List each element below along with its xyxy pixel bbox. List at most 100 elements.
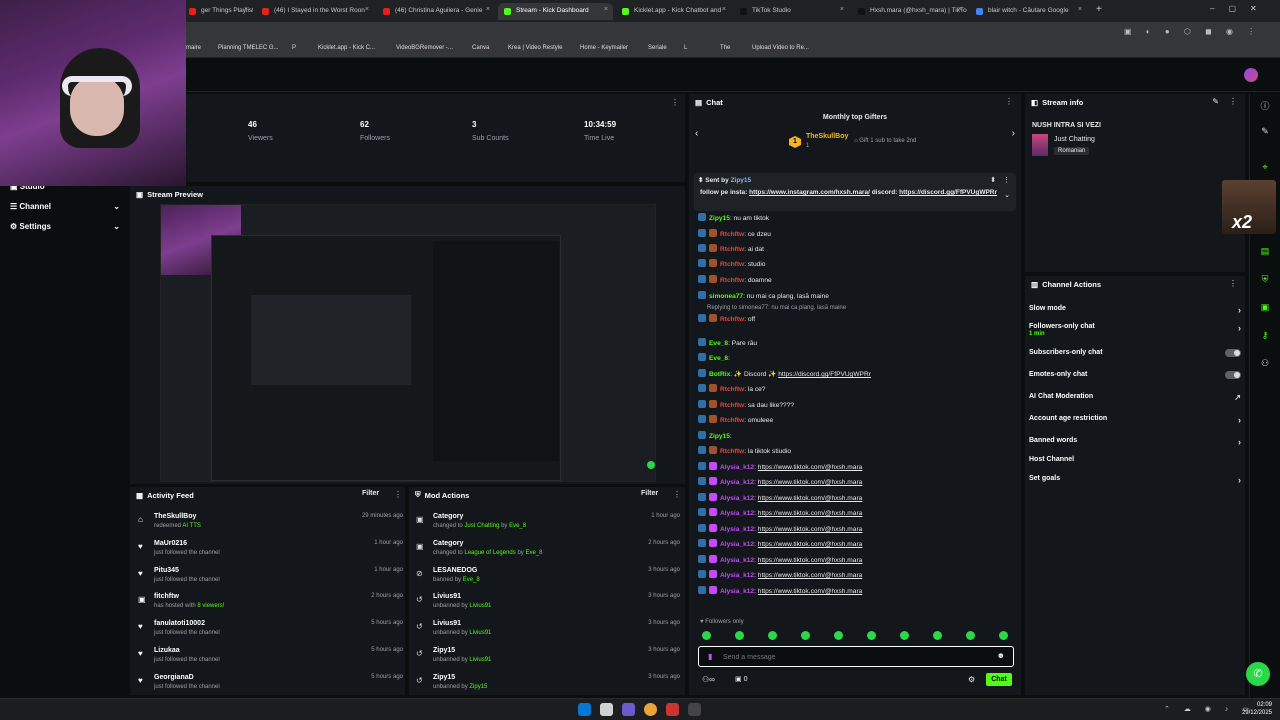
file-explorer-icon[interactable] xyxy=(600,703,613,716)
chat-input[interactable] xyxy=(723,651,983,663)
chat-message[interactable]: simonea77: nu mai ca plang, lasă maine xyxy=(698,291,1018,305)
mod-target-name[interactable]: LESANEDOG xyxy=(433,567,477,574)
mod-filter-button[interactable]: Filter xyxy=(641,490,658,497)
channel-action-item[interactable]: AI Chat Moderation ↗ xyxy=(1029,393,1241,409)
bookmark-item[interactable]: The xyxy=(720,45,730,51)
activity-user[interactable]: GeorgianaD xyxy=(154,674,194,681)
chat-username[interactable]: Alysia_k12 xyxy=(720,541,754,548)
emoji-icon[interactable]: ☻ xyxy=(997,651,1005,660)
close-icon[interactable]: × xyxy=(244,6,248,13)
chat-message[interactable]: Rtchftw: studio xyxy=(698,259,1018,273)
avatar[interactable] xyxy=(1244,68,1258,82)
channel-action-item[interactable]: Set goals › xyxy=(1029,475,1241,491)
chat-username[interactable]: Zipy15 xyxy=(709,433,730,440)
channel-action-item[interactable]: Host Channel xyxy=(1029,456,1241,472)
emote-icon[interactable] xyxy=(900,631,909,640)
chat-username[interactable]: Rtchftw xyxy=(720,386,744,393)
chat-username[interactable]: Rtchftw xyxy=(720,402,744,409)
activity-row[interactable]: ⌂ TheSkullBoy redeemed AI TTS 29 minutes ag… xyxy=(138,513,403,539)
chat-username[interactable]: Rtchftw xyxy=(720,448,744,455)
pin-icon[interactable]: ⬍ xyxy=(990,176,996,184)
send-chat-button[interactable]: Chat xyxy=(986,673,1012,686)
bookmark-item[interactable]: Upload Video to Re... xyxy=(752,45,809,51)
chat-username[interactable]: Alysia_k12 xyxy=(720,572,754,579)
more-icon[interactable]: ⋮ xyxy=(673,490,681,499)
mod-row[interactable]: ⊘ LESANEDOG banned by Eve_8 3 hours ago xyxy=(416,567,680,593)
mod-desc-who[interactable]: Eve_8 xyxy=(509,523,526,529)
activity-row[interactable]: ♥ Pitu345 just followed the channel 1 hour … xyxy=(138,567,403,593)
mod-desc-target[interactable]: Livius91 xyxy=(469,630,491,636)
bookmark-item[interactable]: Planning TMELEC G... xyxy=(218,45,279,51)
browser-tab[interactable]: Kicklet.app - Kick Chatbot and × xyxy=(616,3,731,20)
mod-desc-target[interactable]: Livius91 xyxy=(469,603,491,609)
activity-row[interactable]: ♥ MaUr0216 just followed the channel 1 hour… xyxy=(138,540,403,566)
emote-icon[interactable] xyxy=(999,631,1008,640)
new-tab-button[interactable]: + xyxy=(1096,4,1102,15)
bookmark-item[interactable]: L xyxy=(684,45,687,51)
browser-tab[interactable]: blair witch - Căutare Google × xyxy=(970,3,1087,20)
pinned-message[interactable]: ⬍ Sent by Zipy15 follow pe insta: https:… xyxy=(694,173,1016,211)
chat-username[interactable]: Rtchftw xyxy=(720,277,744,284)
channel-action-item[interactable]: Slow mode › xyxy=(1029,305,1241,321)
chat-message[interactable]: Alysia_k12: https://www.tiktok.com/@hxsh… xyxy=(698,539,1018,553)
chat-message[interactable]: Alysia_k12: https://www.tiktok.com/@hxsh… xyxy=(698,524,1018,538)
bookmark-item[interactable]: Home - Keymailer xyxy=(580,45,628,51)
chat-username[interactable]: Rtchftw xyxy=(720,316,744,323)
browser-tab[interactable]: TikTok Studio × xyxy=(734,3,849,20)
preview-video[interactable] xyxy=(160,204,656,482)
chat-message[interactable]: Alysia_k12: https://www.tiktok.com/@hxsh… xyxy=(698,586,1018,600)
activity-user[interactable]: fanulatoti10002 xyxy=(154,620,205,627)
bookmark-item[interactable]: maire xyxy=(186,45,201,51)
chat-username[interactable]: Eve_8 xyxy=(709,340,728,347)
chat-icon[interactable]: ▤ xyxy=(1256,246,1274,262)
more-icon[interactable]: ⋮ xyxy=(671,98,679,107)
mod-row[interactable]: ↺ Zipy15 unbanned by Livius91 3 hours ago xyxy=(416,647,680,673)
close-icon[interactable]: × xyxy=(722,6,726,13)
target-icon[interactable]: ⌖ xyxy=(1256,162,1274,178)
chat-message[interactable]: Alysia_k12: https://www.tiktok.com/@hxsh… xyxy=(698,508,1018,522)
activity-user[interactable]: TheSkullBoy xyxy=(154,513,196,520)
pinned-link[interactable]: https://www.instagram.com/hxsh.mara/ xyxy=(749,189,870,196)
browser-tab[interactable]: (46) I Stayed in the Worst Roon × xyxy=(256,3,374,20)
chat-input-box[interactable]: ▮ ☻ xyxy=(698,646,1014,667)
more-icon[interactable]: ⋮ xyxy=(1229,279,1237,288)
window-controls[interactable]: –▢✕ xyxy=(1210,4,1271,13)
mod-row[interactable]: ▣ Category changed to Just Chatting by Eve… xyxy=(416,513,680,539)
activity-row[interactable]: ♥ fanulatoti10002 just followed the channe… xyxy=(138,620,403,646)
chat-username[interactable]: Alysia_k12 xyxy=(720,526,754,533)
emote-icon[interactable] xyxy=(834,631,843,640)
chrome-icon[interactable] xyxy=(644,703,657,716)
close-icon[interactable]: × xyxy=(840,6,844,13)
windows-start-icon[interactable] xyxy=(578,703,591,716)
app-icon[interactable] xyxy=(622,703,635,716)
emote-icon[interactable] xyxy=(933,631,942,640)
chat-message[interactable]: Rtchftw: doamne xyxy=(698,275,1018,289)
chat-message[interactable]: Zipy15: xyxy=(698,431,1018,445)
sidebar-item-settings[interactable]: ⚙ Settings ⌄ xyxy=(10,222,120,231)
points-icon[interactable]: ⚇∞ xyxy=(702,675,715,684)
edit-icon[interactable]: ✎ xyxy=(1212,97,1219,106)
chat-message[interactable]: Rtchftw: sa dau like???? xyxy=(698,400,1018,414)
chat-username[interactable]: Alysia_k12 xyxy=(720,588,754,595)
bookmark-item[interactable]: VideoBGRemover -... xyxy=(396,45,453,51)
activity-row[interactable]: ♥ GeorgianaD just followed the channel 5 ho… xyxy=(138,674,403,700)
mod-desc-target[interactable]: League of Legends xyxy=(464,550,515,556)
mod-target-name[interactable]: Livius91 xyxy=(433,620,461,627)
chat-username[interactable]: Alysia_k12 xyxy=(720,479,754,486)
bookmark-item[interactable]: Kicklet.app - Kick C... xyxy=(318,45,375,51)
chat-link[interactable]: https://www.tiktok.com/@hxsh.mara xyxy=(758,541,863,548)
channel-action-item[interactable]: Subscribers-only chat xyxy=(1029,349,1241,365)
channel-action-item[interactable]: Followers-only chat 1 min › xyxy=(1029,323,1241,339)
channel-action-item[interactable]: Banned words › xyxy=(1029,437,1241,453)
chat-username[interactable]: Rtchftw xyxy=(720,261,744,268)
chat-message[interactable]: Rtchftw: ai dat xyxy=(698,244,1018,258)
mod-row[interactable]: ↺ Livius91 unbanned by Livius91 3 hours ago xyxy=(416,620,680,646)
mod-row[interactable]: ↺ Zipy15 unbanned by Zipy15 3 hours ago xyxy=(416,674,680,700)
mod-target-name[interactable]: Livius91 xyxy=(433,593,461,600)
chat-message[interactable]: Rtchftw: ce dzeu xyxy=(698,229,1018,243)
mod-target-name[interactable]: Category xyxy=(433,513,463,520)
toggle-switch[interactable] xyxy=(1225,349,1241,357)
browser-tab[interactable]: (46) Christina Aguilera - Genie × xyxy=(377,3,495,20)
chat-link[interactable]: https://discord.gg/FfPVUgWPRr xyxy=(778,371,871,378)
chat-username[interactable]: Rtchftw xyxy=(720,246,744,253)
